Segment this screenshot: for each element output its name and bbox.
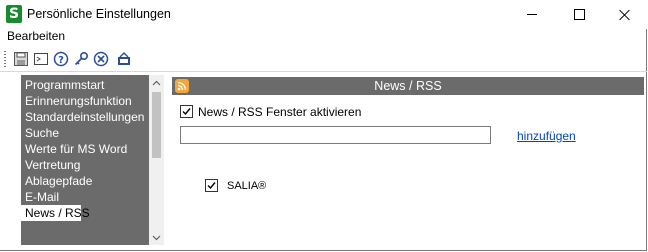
maximize-button[interactable] — [556, 0, 602, 29]
menu-bearbeiten[interactable]: Bearbeiten — [7, 29, 65, 43]
nav-item-email[interactable]: E-Mail — [21, 189, 149, 205]
nav-item-standardeinstellungen[interactable]: Standardeinstellungen — [21, 109, 149, 125]
nav-scrollbar[interactable] — [149, 75, 164, 245]
nav-item-news-rss[interactable]: News / RSS — [21, 205, 90, 221]
window-title: Persönliche Einstellungen — [27, 7, 171, 21]
console-button[interactable] — [32, 50, 50, 68]
nav-item-suche[interactable]: Suche — [21, 125, 149, 141]
feed-url-input[interactable] — [180, 126, 491, 144]
rss-icon — [175, 79, 189, 93]
key-icon — [74, 51, 89, 66]
chevron-down-icon — [152, 235, 161, 240]
minimize-button[interactable] — [509, 0, 555, 29]
enable-rss-label: News / RSS Fenster aktivieren — [198, 105, 362, 119]
cancel-button[interactable] — [92, 50, 110, 68]
exit-icon — [118, 52, 130, 65]
svg-text:?: ? — [58, 55, 64, 66]
key-button[interactable] — [72, 50, 90, 68]
nav-item-vertretung[interactable]: Vertretung — [21, 157, 149, 173]
news-rss-settings-panel: News / RSS News / RSS Fenster aktivieren… — [172, 77, 644, 247]
nav-item-werte-ms-word[interactable]: Werte für MS Word — [21, 141, 149, 157]
save-icon — [14, 52, 28, 66]
nav-item-ablagepfade[interactable]: Ablagepfade — [21, 173, 149, 189]
checkmark-icon — [207, 182, 216, 190]
settings-nav-list: Programmstart Erinnerungsfunktion Standa… — [21, 75, 149, 245]
section-title: News / RSS — [374, 79, 442, 93]
scroll-up-button[interactable] — [149, 75, 164, 90]
section-header: News / RSS — [172, 77, 644, 95]
scroll-down-button[interactable] — [149, 230, 164, 245]
scroll-thumb[interactable] — [152, 92, 161, 158]
exit-button[interactable] — [115, 50, 133, 68]
feed-checkbox-salia[interactable] — [205, 179, 218, 192]
menu-bar: Bearbeiten — [0, 29, 647, 45]
help-button[interactable]: ? — [52, 50, 70, 68]
cancel-icon — [93, 51, 109, 67]
chevron-up-icon — [152, 80, 161, 85]
title-bar: S Persönliche Einstellungen — [0, 0, 647, 29]
maximize-icon — [573, 9, 585, 20]
settings-nav-panel: Programmstart Erinnerungsfunktion Standa… — [7, 75, 164, 245]
save-button[interactable] — [12, 50, 30, 68]
app-logo-icon: S — [6, 5, 22, 23]
toolbar-grip[interactable] — [4, 51, 6, 67]
settings-window: S Persönliche Einstellungen Bearbeiten ?… — [0, 0, 647, 251]
close-button[interactable] — [602, 0, 648, 29]
add-feed-link[interactable]: hinzufügen — [517, 129, 576, 143]
nav-item-erinnerungsfunktion[interactable]: Erinnerungsfunktion — [21, 93, 149, 109]
checkmark-icon — [182, 108, 191, 116]
feed-label-salia: SALIA® — [227, 180, 267, 192]
enable-rss-checkbox[interactable] — [180, 105, 193, 118]
help-icon: ? — [53, 51, 69, 67]
close-icon — [619, 9, 631, 21]
console-icon — [34, 53, 48, 65]
toolbar: ? — [0, 46, 647, 72]
nav-item-programmstart[interactable]: Programmstart — [21, 77, 149, 93]
minimize-icon — [527, 14, 537, 15]
